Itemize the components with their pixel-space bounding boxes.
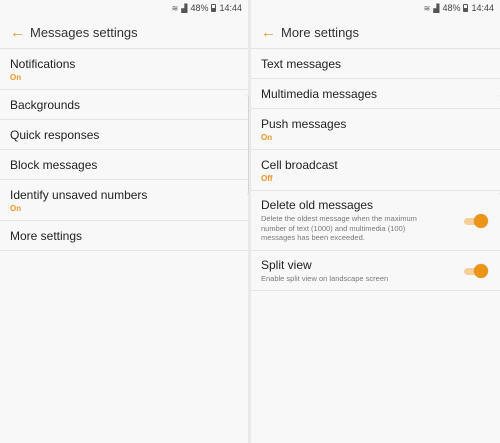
settings-item-text: Delete old messages Delete the oldest me…: [261, 198, 462, 243]
delete-old-messages-toggle[interactable]: [462, 213, 488, 229]
settings-item-quick-responses[interactable]: Quick responses: [0, 120, 248, 150]
settings-item-label: Push messages: [261, 116, 347, 131]
settings-item-label: Multimedia messages: [261, 86, 378, 101]
clock: 14:44: [219, 3, 242, 13]
signal-icon: ▟: [181, 3, 188, 13]
settings-item-label: Cell broadcast: [261, 157, 338, 172]
settings-item-identify-unsaved-numbers[interactable]: Identify unsaved numbers On: [0, 180, 248, 221]
settings-item-label: Delete old messages: [261, 198, 374, 213]
toggle-thumb: [474, 213, 488, 228]
battery-icon: [463, 4, 469, 12]
settings-item-backgrounds[interactable]: Backgrounds: [0, 90, 248, 120]
settings-item-status: On: [10, 72, 22, 82]
settings-item-text: Split view Enable split view on landscap…: [261, 258, 462, 284]
settings-item-status: Off: [261, 173, 273, 183]
back-arrow-icon[interactable]: ←: [261, 25, 279, 40]
settings-item-notifications[interactable]: Notifications On: [0, 49, 248, 90]
settings-item-cell-broadcast[interactable]: Cell broadcast Off: [251, 150, 500, 191]
settings-item-multimedia-messages[interactable]: Multimedia messages: [251, 79, 500, 109]
settings-item-description: Delete the oldest message when the maxim…: [261, 214, 417, 243]
settings-item-label: Backgrounds: [10, 97, 81, 112]
wifi-icon: ≋: [423, 3, 431, 13]
settings-item-block-messages[interactable]: Block messages: [0, 150, 248, 180]
settings-item-split-view[interactable]: Split view Enable split view on landscap…: [251, 251, 500, 291]
settings-item-delete-old-messages[interactable]: Delete old messages Delete the oldest me…: [251, 191, 500, 251]
back-arrow-icon[interactable]: ←: [10, 25, 28, 40]
split-view-toggle[interactable]: [462, 263, 488, 279]
settings-item-status: On: [10, 203, 22, 213]
settings-item-label: More settings: [10, 228, 83, 243]
edge-screen-indicator: [243, 95, 249, 195]
battery-icon: [211, 4, 217, 12]
messages-settings-screen: ≋ ▟ 48% 14:44 ← Messages settings Notifi…: [0, 0, 248, 443]
more-settings-screen: ≋ ▟ 48% 14:44 ← More settings Text messa…: [251, 0, 500, 443]
screen-container: ≋ ▟ 48% 14:44 ← Messages settings Notifi…: [0, 0, 500, 443]
wifi-icon: ≋: [171, 3, 179, 13]
clock: 14:44: [471, 3, 494, 13]
settings-item-more-settings[interactable]: More settings: [0, 221, 248, 251]
battery-percent: 48%: [442, 3, 461, 13]
settings-item-description: Enable split view on landscape screen: [261, 273, 389, 283]
settings-item-label: Text messages: [261, 56, 342, 71]
settings-item-label: Identify unsaved numbers: [10, 187, 148, 202]
settings-item-status: On: [261, 132, 273, 142]
signal-icon: ▟: [433, 3, 440, 13]
app-bar: ← Messages settings: [0, 16, 248, 49]
status-bar: ≋ ▟ 48% 14:44: [251, 0, 500, 16]
toggle-thumb: [474, 263, 488, 278]
settings-item-label: Quick responses: [10, 127, 100, 142]
app-bar: ← More settings: [251, 16, 500, 49]
status-bar: ≋ ▟ 48% 14:44: [0, 0, 248, 16]
edge-screen-indicator: [495, 95, 500, 195]
settings-item-text-messages[interactable]: Text messages: [251, 49, 500, 79]
battery-percent: 48%: [190, 3, 209, 13]
settings-item-push-messages[interactable]: Push messages On: [251, 109, 500, 150]
settings-item-label: Notifications: [10, 56, 76, 71]
settings-item-label: Split view: [261, 257, 312, 272]
page-title: More settings: [281, 24, 360, 40]
settings-item-label: Block messages: [10, 157, 98, 172]
page-title: Messages settings: [30, 24, 138, 40]
